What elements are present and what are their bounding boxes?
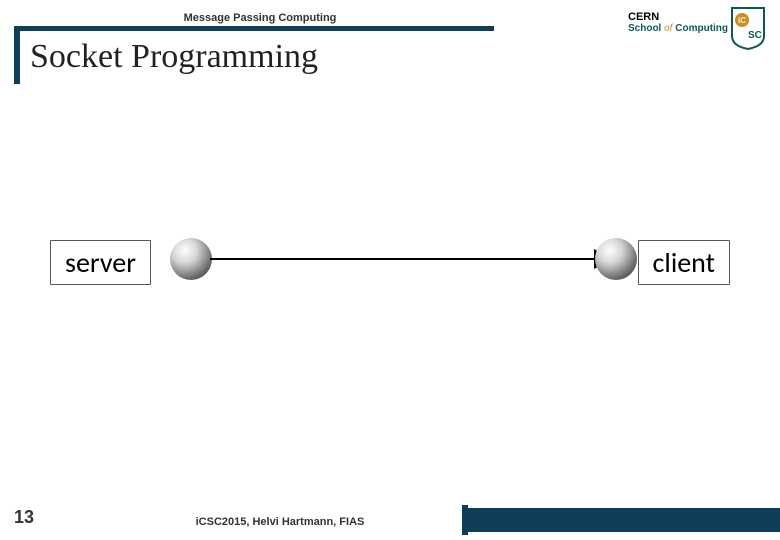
server-node-icon bbox=[170, 238, 212, 280]
logo-of: of bbox=[664, 23, 672, 34]
client-node-icon bbox=[595, 238, 637, 280]
svg-text:iC: iC bbox=[738, 16, 746, 25]
diagram: server client bbox=[50, 232, 730, 292]
logo: CERN School of Computing SC iC bbox=[628, 6, 768, 52]
page-title: Socket Programming bbox=[30, 38, 318, 76]
logo-computing: Computing bbox=[675, 23, 728, 34]
footer-bar bbox=[462, 508, 780, 532]
logo-text: CERN School of Computing bbox=[628, 12, 728, 34]
title-frame-top bbox=[14, 26, 494, 31]
title-frame-left bbox=[14, 26, 20, 84]
logo-line2: School of Computing bbox=[628, 23, 728, 34]
logo-line1: CERN bbox=[628, 12, 728, 23]
csc-shield-icon: SC iC bbox=[728, 6, 768, 50]
client-box: client bbox=[638, 240, 730, 285]
svg-text:SC: SC bbox=[748, 30, 762, 41]
slide: Message Passing Computing CERN School of… bbox=[0, 0, 780, 540]
breadcrumb: Message Passing Computing bbox=[0, 12, 520, 24]
logo-school: School bbox=[628, 23, 661, 34]
connection-arrow-line bbox=[210, 258, 598, 260]
server-box: server bbox=[50, 240, 151, 285]
